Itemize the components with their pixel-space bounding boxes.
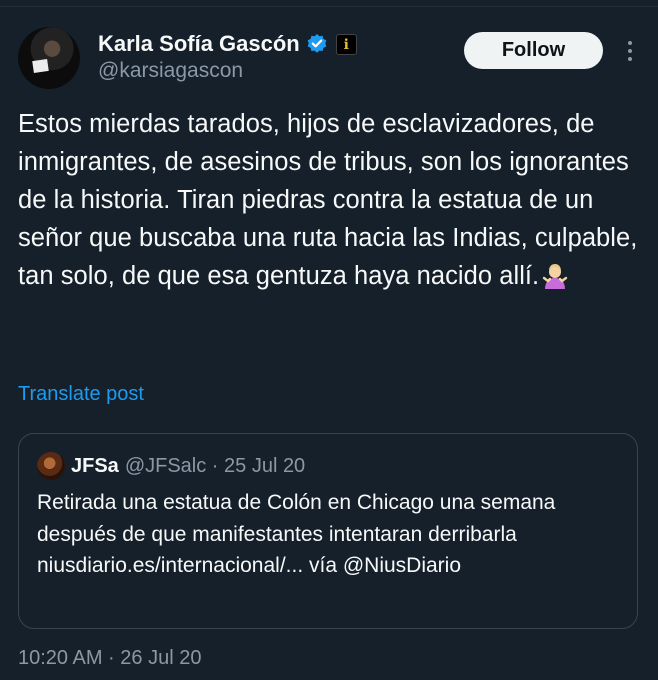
author-name-row: Karla Sofía Gascón ℹ — [98, 30, 357, 58]
more-dot — [628, 41, 632, 45]
more-dot — [628, 57, 632, 61]
avatar[interactable] — [18, 27, 80, 89]
quoted-author-avatar[interactable] — [37, 452, 65, 480]
affiliate-badge-icon[interactable]: ℹ — [335, 33, 357, 55]
author-handle[interactable]: @karsiagascon — [98, 59, 243, 83]
top-divider — [0, 0, 658, 7]
quoted-post-header: JFSa @JFSalc · 25 Jul 20 — [37, 452, 305, 480]
quoted-post-text: Retirada una estatua de Colón en Chicago… — [37, 491, 562, 577]
follow-button[interactable]: Follow — [464, 32, 603, 69]
person-shrugging-emoji — [541, 261, 569, 289]
quoted-author-name[interactable]: JFSa — [71, 455, 119, 478]
translate-post-link[interactable]: Translate post — [18, 383, 144, 406]
post-text: Estos mierdas tarados, hijos de esclaviz… — [18, 105, 643, 295]
author-display-name[interactable]: Karla Sofía Gascón — [98, 31, 300, 57]
verified-badge-icon[interactable] — [306, 33, 328, 55]
post-timestamp[interactable]: 10:20 AM · 26 Jul 20 — [18, 647, 201, 670]
quoted-author-meta: @JFSalc · 25 Jul 20 — [124, 454, 306, 477]
quoted-post-card[interactable]: JFSa @JFSalc · 25 Jul 20 Retirada una es… — [18, 433, 638, 629]
avatar-photo-detail — [32, 59, 49, 73]
more-dot — [628, 49, 632, 53]
post-header: Karla Sofía Gascón ℹ @karsiagascon Follo… — [18, 24, 640, 89]
more-options-icon[interactable] — [620, 37, 640, 65]
